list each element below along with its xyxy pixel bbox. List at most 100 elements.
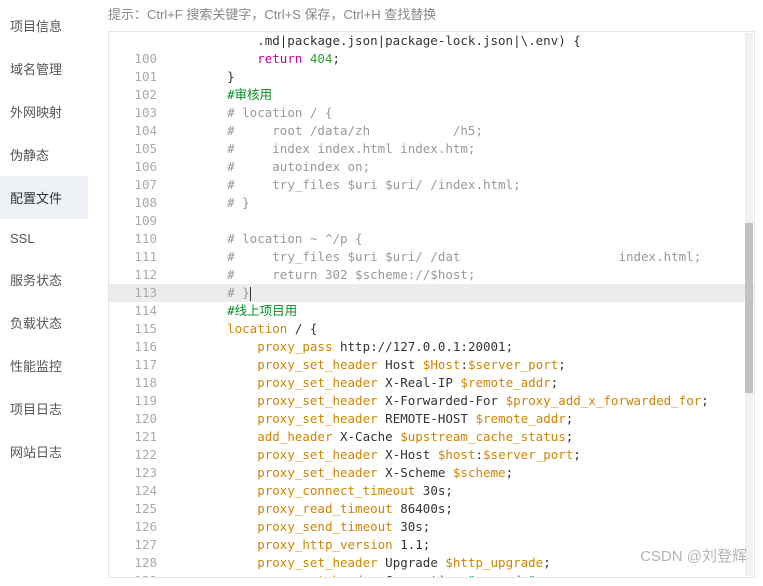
code-line[interactable]: 121 add_header X-Cache $upstream_cache_s… — [109, 428, 754, 446]
code-line[interactable]: 105 # index index.html index.htm; — [109, 140, 754, 158]
line-number: 120 — [109, 410, 169, 428]
code-content[interactable]: proxy_set_header X-Scheme $scheme; — [169, 464, 754, 482]
sidebar-item-8[interactable]: 性能监控 — [0, 344, 88, 387]
line-number: 124 — [109, 482, 169, 500]
sidebar-item-5[interactable]: SSL — [0, 219, 88, 258]
scroll-thumb[interactable] — [745, 223, 753, 393]
code-line[interactable]: .md|package.json|package-lock.json|\.env… — [109, 32, 754, 50]
sidebar-item-9[interactable]: 项目日志 — [0, 387, 88, 430]
sidebar-item-4[interactable]: 配置文件 — [0, 176, 88, 219]
code-content[interactable] — [169, 212, 754, 230]
code-content[interactable]: #审核用 — [169, 86, 754, 104]
line-number: 118 — [109, 374, 169, 392]
code-content[interactable]: proxy_read_timeout 86400s; — [169, 500, 754, 518]
code-content[interactable]: # return 302 $scheme://$host; — [169, 266, 754, 284]
sidebar-item-6[interactable]: 服务状态 — [0, 258, 88, 301]
code-line[interactable]: 109 — [109, 212, 754, 230]
line-number: 127 — [109, 536, 169, 554]
code-content[interactable]: .md|package.json|package-lock.json|\.env… — [169, 32, 754, 50]
line-number: 113 — [109, 284, 169, 302]
code-line[interactable]: 124 proxy_connect_timeout 30s; — [109, 482, 754, 500]
code-line[interactable]: 103 # location / { — [109, 104, 754, 122]
code-line[interactable]: 125 proxy_read_timeout 86400s; — [109, 500, 754, 518]
code-content[interactable]: proxy_set_header X-Host $host:$server_po… — [169, 446, 754, 464]
code-line[interactable]: 112 # return 302 $scheme://$host; — [109, 266, 754, 284]
sidebar: 项目信息域名管理外网映射伪静态配置文件SSL服务状态负载状态性能监控项目日志网站… — [0, 0, 88, 586]
hint-text: 提示：Ctrl+F 搜索关键字，Ctrl+S 保存，Ctrl+H 查找替换 — [88, 0, 763, 31]
line-number: 105 — [109, 140, 169, 158]
sidebar-item-0[interactable]: 项目信息 — [0, 4, 88, 47]
line-number: 110 — [109, 230, 169, 248]
line-number: 107 — [109, 176, 169, 194]
code-line[interactable]: 107 # try_files $uri $uri/ /index.html; — [109, 176, 754, 194]
code-content[interactable]: # index index.html index.htm; — [169, 140, 754, 158]
code-content[interactable]: proxy_set_header Connection "upgrade"; — [169, 572, 754, 577]
code-content[interactable]: # } — [169, 284, 754, 302]
sidebar-item-1[interactable]: 域名管理 — [0, 47, 88, 90]
code-content[interactable]: proxy_set_header X-Real-IP $remote_addr; — [169, 374, 754, 392]
code-line[interactable]: 100 return 404; — [109, 50, 754, 68]
line-number: 101 — [109, 68, 169, 86]
line-number: 111 — [109, 248, 169, 266]
code-content[interactable]: # } — [169, 194, 754, 212]
line-number: 114 — [109, 302, 169, 320]
watermark: CSDN @刘登辉 — [640, 545, 747, 566]
line-number: 116 — [109, 338, 169, 356]
sidebar-item-3[interactable]: 伪静态 — [0, 133, 88, 176]
code-content[interactable]: return 404; — [169, 50, 754, 68]
code-line[interactable]: 129 proxy_set_header Connection "upgrade… — [109, 572, 754, 577]
code-content[interactable]: # location / { — [169, 104, 754, 122]
line-number — [109, 32, 169, 50]
line-number: 104 — [109, 122, 169, 140]
code-content[interactable]: proxy_set_header Host $Host:$server_port… — [169, 356, 754, 374]
code-line[interactable]: 123 proxy_set_header X-Scheme $scheme; — [109, 464, 754, 482]
code-content[interactable]: proxy_connect_timeout 30s; — [169, 482, 754, 500]
code-line[interactable]: 104 # root /data/zh /h5; — [109, 122, 754, 140]
line-number: 126 — [109, 518, 169, 536]
line-number: 125 — [109, 500, 169, 518]
code-content[interactable]: proxy_set_header X-Forwarded-For $proxy_… — [169, 392, 754, 410]
line-number: 119 — [109, 392, 169, 410]
scrollbar[interactable] — [745, 33, 753, 576]
code-line[interactable]: 108 # } — [109, 194, 754, 212]
code-content[interactable]: # root /data/zh /h5; — [169, 122, 754, 140]
line-number: 112 — [109, 266, 169, 284]
code-content[interactable]: } — [169, 68, 754, 86]
code-line[interactable]: 110 # location ~ ^/p { — [109, 230, 754, 248]
sidebar-item-10[interactable]: 网站日志 — [0, 430, 88, 473]
code-content[interactable]: # autoindex on; — [169, 158, 754, 176]
code-line[interactable]: 116 proxy_pass http://127.0.0.1:20001; — [109, 338, 754, 356]
code-line[interactable]: 106 # autoindex on; — [109, 158, 754, 176]
code-content[interactable]: add_header X-Cache $upstream_cache_statu… — [169, 428, 754, 446]
code-line[interactable]: 126 proxy_send_timeout 30s; — [109, 518, 754, 536]
code-content[interactable]: # try_files $uri $uri/ /dat index.html; — [169, 248, 754, 266]
sidebar-item-7[interactable]: 负载状态 — [0, 301, 88, 344]
code-content[interactable]: proxy_pass http://127.0.0.1:20001; — [169, 338, 754, 356]
code-line[interactable]: 119 proxy_set_header X-Forwarded-For $pr… — [109, 392, 754, 410]
line-number: 103 — [109, 104, 169, 122]
code-line[interactable]: 120 proxy_set_header REMOTE-HOST $remote… — [109, 410, 754, 428]
code-content[interactable]: location / { — [169, 320, 754, 338]
code-content[interactable]: #线上项目用 — [169, 302, 754, 320]
code-line[interactable]: 102 #审核用 — [109, 86, 754, 104]
code-editor[interactable]: .md|package.json|package-lock.json|\.env… — [108, 31, 755, 578]
code-line[interactable]: 111 # try_files $uri $uri/ /dat index.ht… — [109, 248, 754, 266]
code-content[interactable]: # location ~ ^/p { — [169, 230, 754, 248]
line-number: 109 — [109, 212, 169, 230]
code-line[interactable]: 118 proxy_set_header X-Real-IP $remote_a… — [109, 374, 754, 392]
line-number: 121 — [109, 428, 169, 446]
code-line[interactable]: 114 #线上项目用 — [109, 302, 754, 320]
code-content[interactable]: proxy_set_header REMOTE-HOST $remote_add… — [169, 410, 754, 428]
code-line[interactable]: 101 } — [109, 68, 754, 86]
sidebar-item-2[interactable]: 外网映射 — [0, 90, 88, 133]
code-content[interactable]: # try_files $uri $uri/ /index.html; — [169, 176, 754, 194]
code-line[interactable]: 115 location / { — [109, 320, 754, 338]
line-number: 100 — [109, 50, 169, 68]
code-line[interactable]: 122 proxy_set_header X-Host $host:$serve… — [109, 446, 754, 464]
code-content[interactable]: proxy_send_timeout 30s; — [169, 518, 754, 536]
line-number: 129 — [109, 572, 169, 577]
code-line[interactable]: 117 proxy_set_header Host $Host:$server_… — [109, 356, 754, 374]
code-line[interactable]: 113 # } — [109, 284, 754, 302]
line-number: 115 — [109, 320, 169, 338]
line-number: 128 — [109, 554, 169, 572]
